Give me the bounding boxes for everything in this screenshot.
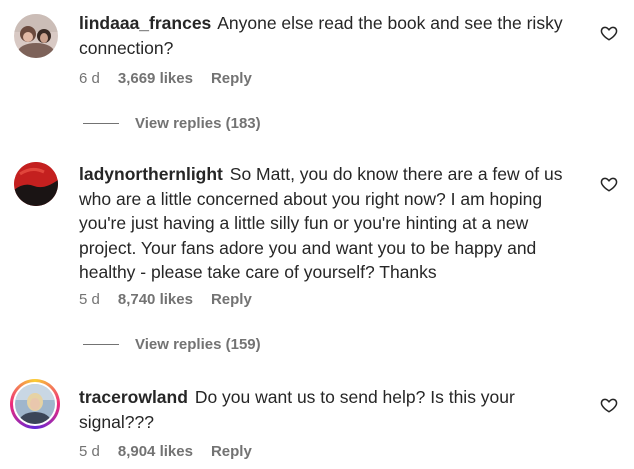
comment-meta: 6 d 3,669 likes Reply xyxy=(79,70,252,87)
divider-line xyxy=(83,123,119,124)
view-replies-label: View replies (159) xyxy=(135,336,261,353)
heart-icon[interactable] xyxy=(600,175,618,193)
heart-icon[interactable] xyxy=(600,24,618,42)
comment-username[interactable]: lindaaa_frances xyxy=(79,13,211,33)
comment-time: 6 d xyxy=(79,70,100,87)
likes-count[interactable]: 3,669 likes xyxy=(118,70,193,87)
reply-button[interactable]: Reply xyxy=(211,291,252,308)
comment-username[interactable]: ladynorthernlight xyxy=(79,164,223,184)
reply-button[interactable]: Reply xyxy=(211,443,252,460)
comment-username[interactable]: tracerowland xyxy=(79,387,188,407)
comment-meta: 5 d 8,740 likes Reply xyxy=(79,291,252,308)
view-replies-button[interactable]: View replies (159) xyxy=(83,336,261,353)
avatar[interactable] xyxy=(14,14,58,58)
comment-text: tracerowland Do you want us to send help… xyxy=(79,385,579,434)
likes-count[interactable]: 8,740 likes xyxy=(118,291,193,308)
comment-time: 5 d xyxy=(79,291,100,308)
comment-meta: 5 d 8,904 likes Reply xyxy=(79,443,252,460)
reply-button[interactable]: Reply xyxy=(211,70,252,87)
likes-count[interactable]: 8,904 likes xyxy=(118,443,193,460)
avatar xyxy=(15,384,55,424)
heart-icon[interactable] xyxy=(600,396,618,414)
comment-text: lindaaa_frances Anyone else read the boo… xyxy=(79,11,579,60)
view-replies-label: View replies (183) xyxy=(135,115,261,132)
view-replies-button[interactable]: View replies (183) xyxy=(83,115,261,132)
avatar[interactable] xyxy=(14,162,58,206)
divider-line xyxy=(83,344,119,345)
comment-time: 5 d xyxy=(79,443,100,460)
avatar-story-ring[interactable] xyxy=(10,379,60,429)
comment-text: ladynorthernlight So Matt, you do know t… xyxy=(79,162,579,285)
